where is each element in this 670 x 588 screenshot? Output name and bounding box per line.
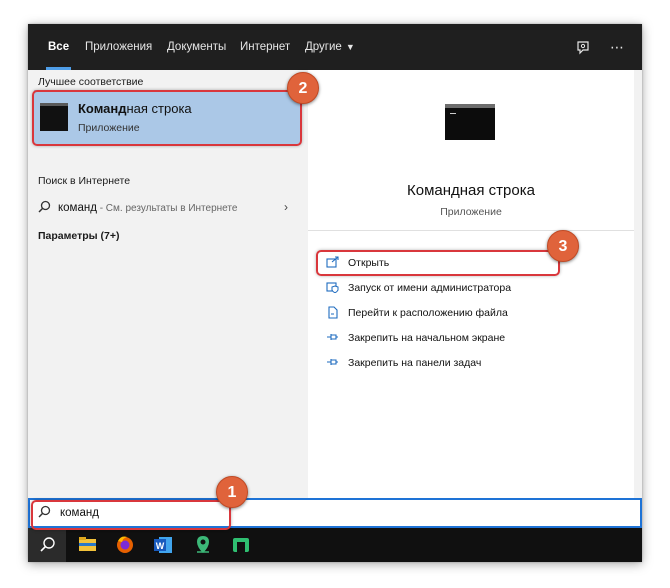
- web-search-query: команд - См. результаты в Интернете: [58, 202, 237, 214]
- highlight-best-match: [32, 90, 302, 146]
- action-file-location-label: Перейти к расположению файла: [348, 307, 508, 319]
- tab-all[interactable]: Все: [45, 24, 72, 70]
- feedback-icon[interactable]: [576, 24, 590, 70]
- highlight-run-as-admin: [316, 250, 560, 276]
- web-query-text: команд: [58, 202, 97, 214]
- settings-heading[interactable]: Параметры (7+): [38, 230, 120, 242]
- action-pin-taskbar[interactable]: Закрепить на панели задач: [326, 354, 616, 374]
- tab-more-label: Другие: [305, 41, 342, 53]
- file-location-icon: [326, 306, 340, 319]
- details-title: Командная строка: [407, 182, 535, 199]
- tab-internet[interactable]: Интернет: [240, 24, 290, 70]
- web-search-item[interactable]: команд - См. результаты в Интернете ›: [28, 196, 306, 220]
- taskbar-search-button[interactable]: [28, 528, 66, 562]
- svg-text:W: W: [156, 541, 165, 551]
- divider: [308, 230, 634, 231]
- taskbar: W: [28, 528, 642, 562]
- tab-more[interactable]: Другие ▼: [305, 24, 355, 70]
- maps-icon[interactable]: [184, 528, 222, 562]
- tab-bar: Все Приложения Документы Интернет Другие…: [28, 24, 642, 70]
- best-match-heading: Лучшее соответствие: [38, 76, 144, 88]
- tab-documents[interactable]: Документы: [167, 24, 226, 70]
- step-badge-2: 2: [287, 72, 319, 104]
- action-run-as-admin[interactable]: Запуск от имени администратора: [326, 279, 616, 299]
- firefox-icon[interactable]: [106, 528, 144, 562]
- search-icon: [38, 200, 51, 216]
- file-explorer-icon[interactable]: [68, 528, 106, 562]
- pin-icon: [326, 331, 340, 343]
- action-pin-taskbar-label: Закрепить на панели задач: [348, 357, 482, 369]
- run-as-admin-icon: [326, 281, 340, 294]
- details-panel: Командная строка Приложение Открыть Запу…: [308, 70, 634, 498]
- app-icon[interactable]: [222, 528, 260, 562]
- action-run-as-admin-label: Запуск от имени администратора: [348, 282, 512, 294]
- action-pin-start[interactable]: Закрепить на начальном экране: [326, 329, 616, 349]
- highlight-search-box: [31, 500, 231, 530]
- more-options-icon[interactable]: ⋯: [610, 24, 625, 70]
- pin-icon: [326, 356, 340, 368]
- step-badge-1: 1: [216, 476, 248, 508]
- chevron-down-icon: ▼: [345, 42, 355, 52]
- word-icon[interactable]: W: [144, 528, 182, 562]
- action-pin-start-label: Закрепить на начальном экране: [348, 332, 506, 344]
- web-search-heading: Поиск в Интернете: [38, 175, 131, 187]
- tab-apps[interactable]: Приложения: [85, 24, 152, 70]
- details-subtitle: Приложение: [440, 206, 502, 218]
- action-file-location[interactable]: Перейти к расположению файла: [326, 304, 616, 324]
- cmd-large-icon: [445, 104, 495, 140]
- web-query-hint: - См. результаты в Интернете: [96, 203, 238, 214]
- step-badge-3: 3: [547, 230, 579, 262]
- chevron-right-icon: ›: [284, 200, 288, 214]
